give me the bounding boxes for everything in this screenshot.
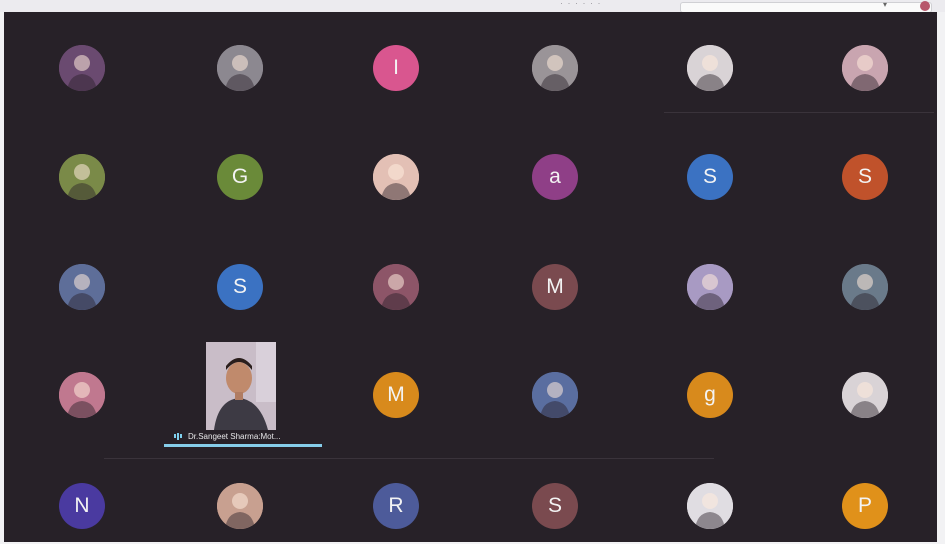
object-avatar	[842, 264, 888, 310]
participant-tile[interactable]	[318, 231, 474, 339]
participant-initial-avatar: N	[59, 483, 105, 529]
participant-initial-avatar: M	[373, 372, 419, 418]
logo-avatar	[59, 45, 105, 91]
participant-tile[interactable]: S	[632, 121, 788, 229]
participant-initial-avatar: g	[687, 372, 733, 418]
flower-avatar	[687, 483, 733, 529]
participant-tile[interactable]: M	[318, 339, 474, 447]
participant-tile[interactable]	[477, 339, 633, 447]
participant-tile[interactable]	[787, 231, 937, 339]
row-divider	[104, 458, 714, 459]
participant-initial-avatar: I	[373, 45, 419, 91]
speaker-name-bar: Dr.Sangeet Sharma:Mot...	[174, 428, 281, 444]
person-avatar	[373, 264, 419, 310]
participant-grid: I Ga S S S M Mg N R S P	[4, 12, 937, 542]
participant-initial-avatar: S	[532, 483, 578, 529]
participant-tile[interactable]: I	[318, 12, 474, 120]
person-avatar	[373, 154, 419, 200]
participant-tile[interactable]: a	[477, 121, 633, 229]
participant-tile[interactable]: P	[787, 450, 937, 542]
participant-tile[interactable]	[787, 339, 937, 447]
participant-tile[interactable]: N	[4, 450, 160, 542]
participant-tile[interactable]: S	[162, 231, 318, 339]
meeting-grid-stage: I Ga S S S M Mg N R S P Dr.Sangeet Sharma:Mot...	[4, 12, 937, 542]
participant-tile[interactable]	[787, 12, 937, 120]
browser-top-strip: · · · · · · ▾	[0, 0, 945, 13]
flower-avatar	[687, 264, 733, 310]
participant-tile[interactable]	[162, 12, 318, 120]
participant-tile[interactable]	[4, 12, 160, 120]
row-divider	[664, 112, 934, 113]
participant-tile[interactable]: M	[477, 231, 633, 339]
participant-tile[interactable]	[162, 450, 318, 542]
active-speaker-video[interactable]	[206, 342, 276, 430]
participant-tile[interactable]	[632, 12, 788, 120]
sphere-avatar	[842, 372, 888, 418]
tree-avatar	[59, 154, 105, 200]
speaker-silhouette-icon	[206, 342, 276, 430]
person-avatar	[217, 483, 263, 529]
participant-initial-avatar: S	[687, 154, 733, 200]
participant-tile[interactable]	[318, 121, 474, 229]
participant-initial-avatar: S	[842, 154, 888, 200]
participant-tile[interactable]	[632, 231, 788, 339]
participant-initial-avatar: P	[842, 483, 888, 529]
speaker-name: Dr.Sangeet Sharma:Mot...	[188, 431, 281, 441]
participant-tile[interactable]: G	[162, 121, 318, 229]
person-avatar	[842, 45, 888, 91]
person-avatar	[532, 372, 578, 418]
group-avatar	[59, 372, 105, 418]
participant-tile[interactable]	[477, 12, 633, 120]
participant-tile[interactable]	[4, 339, 160, 447]
participant-tile[interactable]	[4, 231, 160, 339]
participant-initial-avatar: G	[217, 154, 263, 200]
person-avatar	[532, 45, 578, 91]
participant-tile[interactable]: S	[787, 121, 937, 229]
person-avatar	[59, 264, 105, 310]
profile-dot-icon[interactable]	[920, 1, 930, 11]
participant-initial-avatar: M	[532, 264, 578, 310]
participant-initial-avatar: a	[532, 154, 578, 200]
participant-initial-avatar: S	[217, 264, 263, 310]
participant-tile[interactable]: S	[477, 450, 633, 542]
active-speaker-indicator	[164, 444, 322, 447]
chevron-down-icon[interactable]: ▾	[883, 0, 887, 9]
participant-tile[interactable]: g	[632, 339, 788, 447]
person-avatar	[687, 45, 733, 91]
participant-initial-avatar: R	[373, 483, 419, 529]
participant-tile[interactable]	[4, 121, 160, 229]
participant-tile[interactable]	[632, 450, 788, 542]
person-avatar	[217, 45, 263, 91]
participant-tile[interactable]: R	[318, 450, 474, 542]
window-caption: · · · · · ·	[560, 0, 602, 8]
audio-level-icon	[174, 432, 182, 440]
